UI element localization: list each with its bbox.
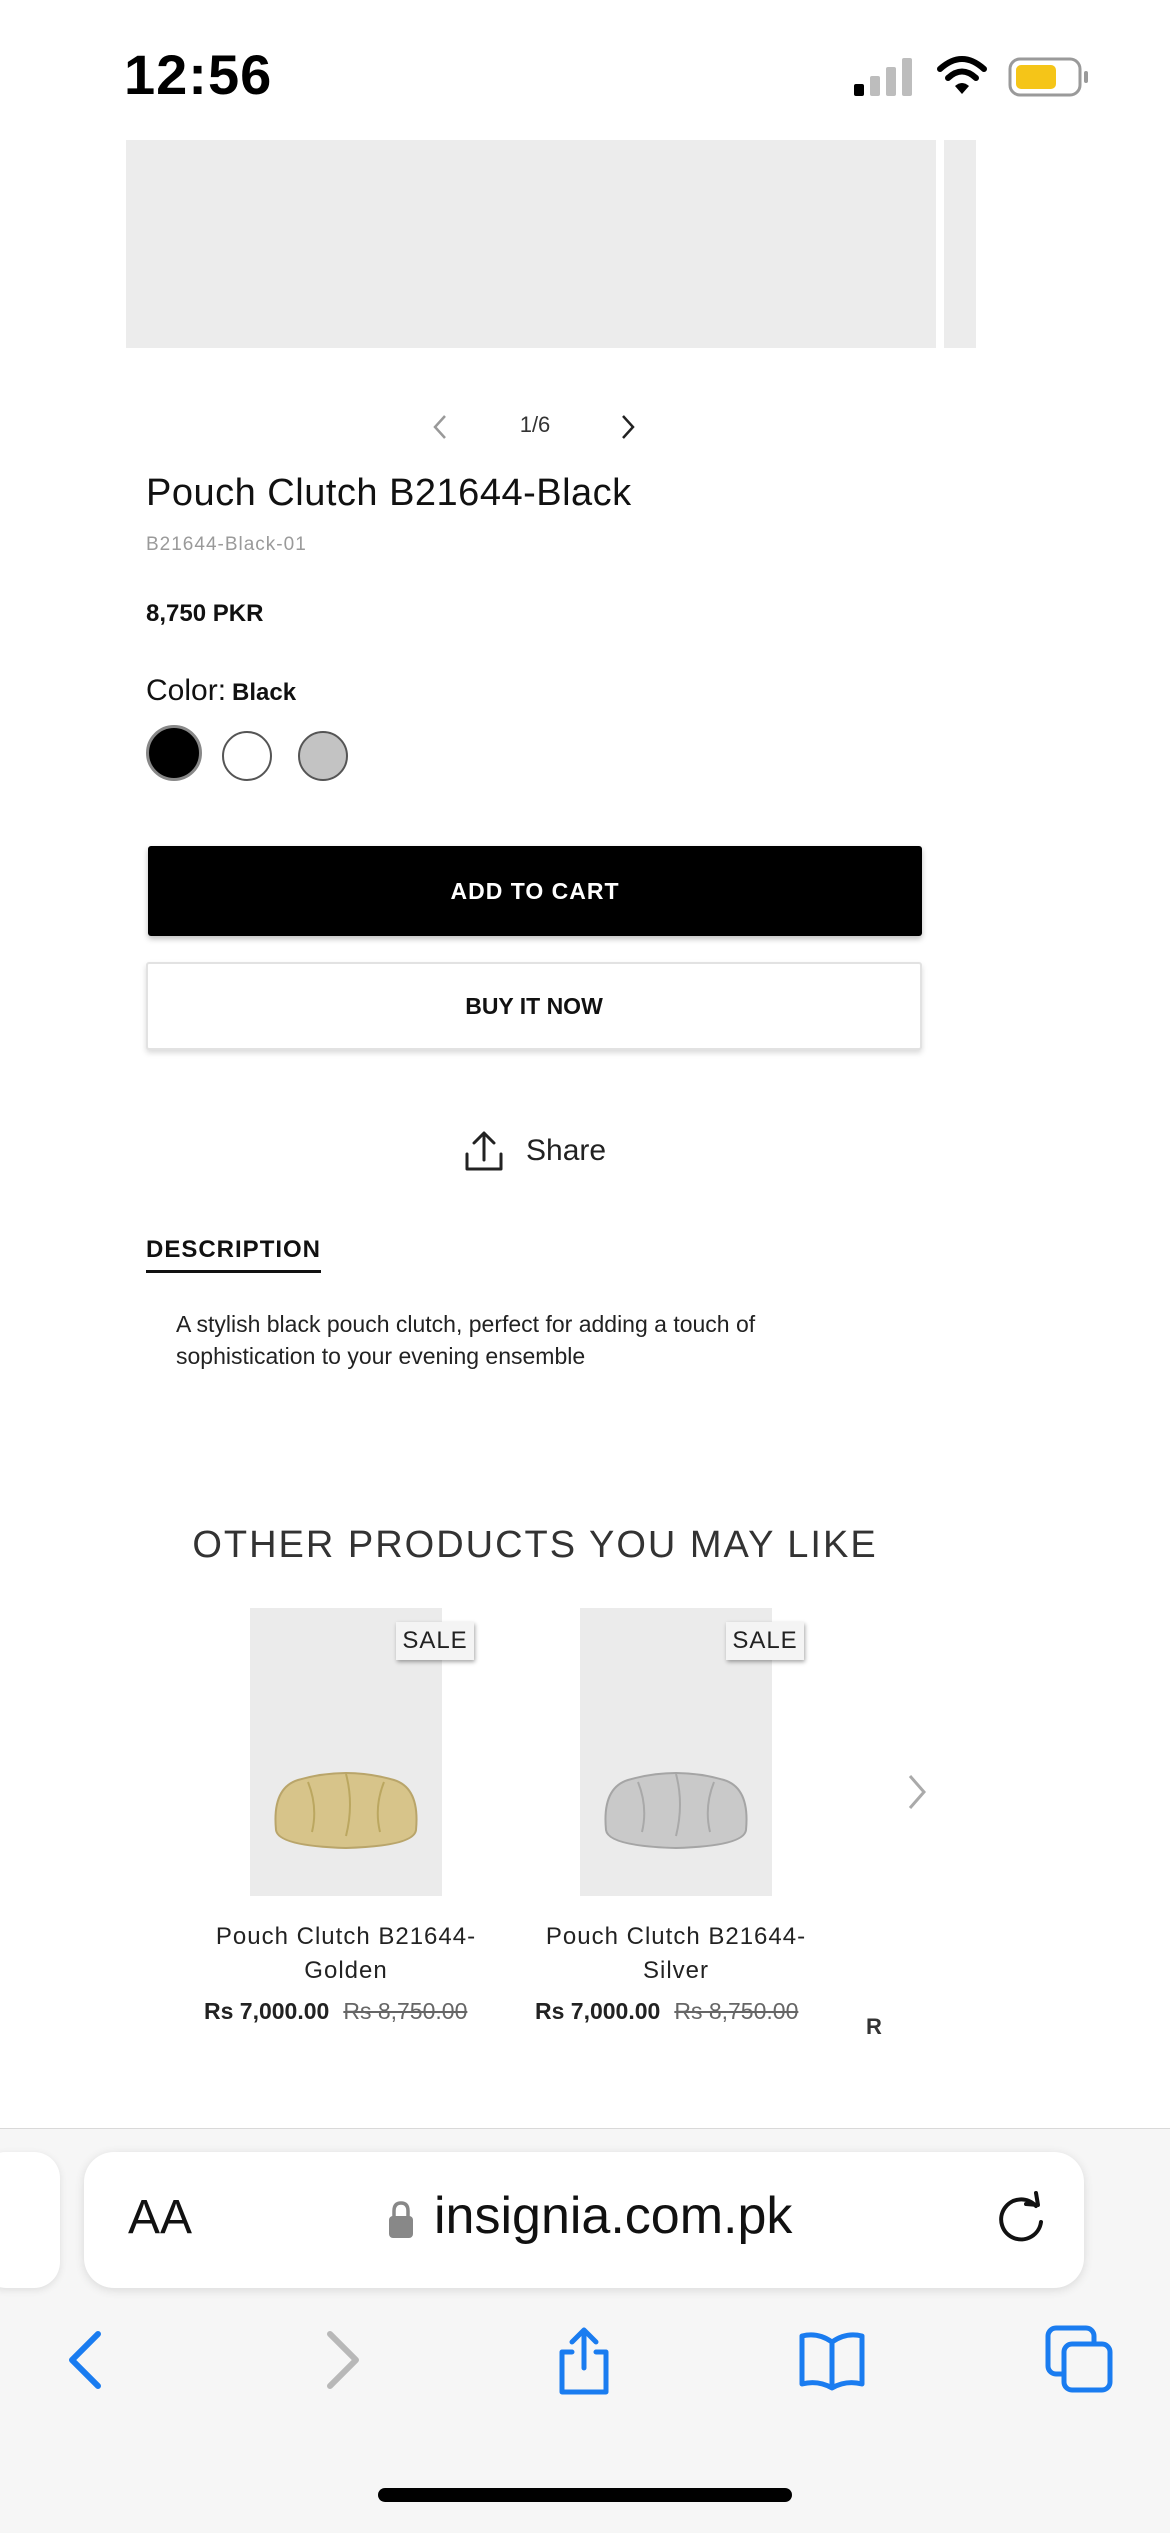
product-description: A stylish black pouch clutch, perfect fo… bbox=[176, 1311, 756, 1369]
related-product-name[interactable]: Pouch Clutch B21644-Silver bbox=[526, 1920, 826, 1988]
share-icon bbox=[465, 1131, 503, 1171]
status-time: 12:56 bbox=[124, 43, 273, 106]
lock-icon bbox=[389, 2201, 413, 2238]
golden-clutch-image bbox=[274, 1772, 418, 1850]
sale-badge: SALE bbox=[396, 1622, 474, 1660]
tab-description[interactable]: DESCRIPTION bbox=[146, 1236, 322, 1273]
product-title: Pouch Clutch B21644-Black bbox=[146, 472, 632, 514]
color-label-text: Color: bbox=[146, 674, 227, 707]
share-button[interactable]: Share bbox=[462, 1126, 606, 1176]
swatch-gray[interactable] bbox=[298, 731, 348, 781]
related-product-name[interactable]: Pouch Clutch B21644-Golden bbox=[196, 1920, 496, 1988]
compare-price: Rs 8,750.00 bbox=[674, 1998, 799, 2024]
swatch-white[interactable] bbox=[222, 731, 272, 781]
previous-tab-peek[interactable] bbox=[0, 2152, 60, 2288]
product-sku: B21644-Black-01 bbox=[146, 534, 307, 555]
share-icon[interactable] bbox=[548, 2324, 620, 2396]
chevron-left-icon[interactable] bbox=[426, 410, 456, 444]
reload-icon[interactable] bbox=[992, 2190, 1050, 2248]
bookmarks-icon[interactable] bbox=[796, 2324, 868, 2396]
wifi-icon bbox=[937, 56, 987, 94]
cellular-signal-icon bbox=[854, 58, 912, 96]
sale-price: Rs 7,000.00 bbox=[535, 1998, 661, 2024]
add-to-cart-button[interactable]: ADD TO CART bbox=[148, 846, 922, 936]
back-icon[interactable] bbox=[52, 2324, 124, 2396]
related-product-price: Rs 7,000.00 Rs 8,750.00 bbox=[535, 1998, 798, 2025]
color-selected-value: Black bbox=[232, 679, 297, 706]
share-label: Share bbox=[526, 1134, 607, 1167]
gallery-pager-count: 1/6 bbox=[519, 412, 551, 437]
text-size-button[interactable]: AA bbox=[128, 2190, 192, 2245]
product-price: 8,750 PKR bbox=[146, 600, 264, 627]
related-product-price: Rs 7,000.00 Rs 8,750.00 bbox=[204, 1998, 467, 2025]
url-text[interactable]: insignia.com.pk bbox=[434, 2186, 792, 2246]
related-products-heading: OTHER PRODUCTS YOU MAY LIKE bbox=[192, 1524, 878, 1566]
product-image-next-peek[interactable] bbox=[944, 140, 976, 348]
product-image-main[interactable] bbox=[126, 140, 936, 348]
tabs-icon[interactable] bbox=[1044, 2324, 1116, 2396]
swatch-black[interactable] bbox=[146, 725, 202, 781]
compare-price: Rs 8,750.00 bbox=[343, 1998, 468, 2024]
color-label: Color: Black bbox=[146, 674, 296, 708]
sale-price: Rs 7,000.00 bbox=[204, 1998, 330, 2024]
forward-icon[interactable] bbox=[304, 2324, 376, 2396]
sale-badge: SALE bbox=[726, 1622, 804, 1660]
battery-icon bbox=[1008, 57, 1088, 97]
silver-clutch-image bbox=[604, 1772, 748, 1850]
home-indicator bbox=[378, 2488, 792, 2502]
carousel-next-chevron-icon[interactable] bbox=[902, 1770, 932, 1814]
chevron-right-icon[interactable] bbox=[612, 410, 642, 444]
buy-it-now-button[interactable]: BUY IT NOW bbox=[146, 962, 922, 1050]
related-product-peek: R bbox=[866, 2014, 882, 2039]
